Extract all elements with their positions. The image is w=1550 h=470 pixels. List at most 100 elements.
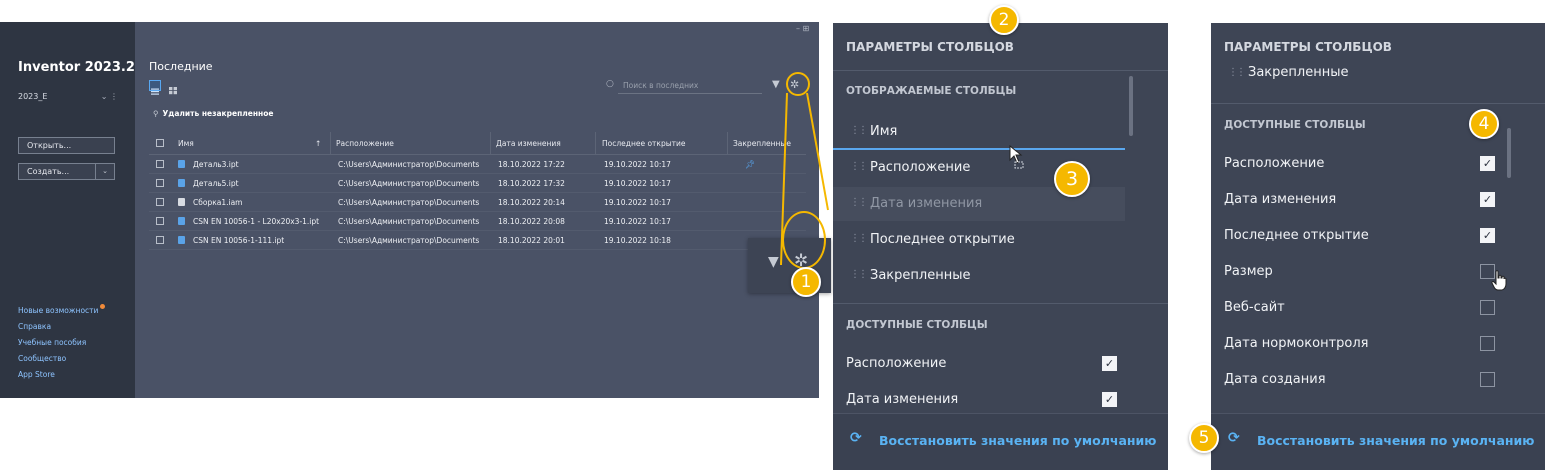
drag-grip-icon[interactable]: ⋮⋮: [1228, 67, 1246, 78]
checkbox[interactable]: [156, 139, 164, 147]
table-row[interactable]: CSN EN 10056-1 - L20x20x3-1.ipt C:\Users\…: [149, 212, 806, 231]
file-name: Деталь5.ipt: [193, 178, 239, 188]
column-header-modified[interactable]: Дата изменения: [496, 132, 561, 154]
available-column-item[interactable]: Расположение ✓: [1211, 147, 1503, 181]
checkbox[interactable]: [156, 198, 164, 206]
scrollbar[interactable]: [1507, 128, 1511, 178]
column-header-last-opened[interactable]: Последнее открытие: [602, 132, 686, 154]
drag-grip-icon[interactable]: ⋮⋮: [850, 161, 868, 172]
row-checkbox[interactable]: [156, 193, 164, 211]
open-button[interactable]: Открыть...: [18, 137, 115, 154]
available-column-label: Дата изменения: [1224, 192, 1337, 207]
file-name: Сборка1.iam: [193, 197, 243, 207]
available-column-label: Расположение: [846, 356, 947, 371]
displayed-column-item[interactable]: ⋮⋮ Закрепленные: [1211, 59, 1545, 85]
file-name: CSN EN 10056-1-111.ipt: [193, 235, 285, 245]
project-selector[interactable]: 2023_E ⌄ ⋮: [18, 92, 118, 106]
chevron-down-icon[interactable]: ⌄ ⋮: [101, 92, 118, 101]
available-column-item[interactable]: Последнее открытие ✓: [1211, 219, 1503, 253]
link-app-store[interactable]: App Store: [18, 370, 55, 379]
file-name-cell[interactable]: Деталь5.ipt: [178, 174, 239, 192]
available-column-item[interactable]: Дата изменения ✓: [1211, 183, 1503, 217]
file-name-cell[interactable]: Сборка1.iam: [178, 193, 242, 211]
file-name: CSN EN 10056-1 - L20x20x3-1.ipt: [193, 216, 320, 226]
row-checkbox[interactable]: [156, 174, 164, 192]
table-row[interactable]: Деталь3.ipt C:\Users\Администратор\Docume…: [149, 155, 806, 174]
link-whats-new[interactable]: Новые возможности: [18, 306, 98, 315]
displayed-column-item[interactable]: ⋮⋮ Имя: [833, 115, 1125, 149]
file-location: C:\Users\Администратор\Documents: [338, 197, 480, 207]
file-location: C:\Users\Администратор\Documents: [338, 178, 480, 188]
remove-unpinned-button[interactable]: ⚲ Удалить незакрепленное: [153, 109, 273, 118]
file-last-opened: 19.10.2022 10:17: [604, 216, 671, 226]
pin-icon[interactable]: 📌︎: [745, 155, 755, 173]
checkbox[interactable]: [156, 236, 164, 244]
grid-view-button[interactable]: [168, 80, 180, 95]
select-all-checkbox[interactable]: [156, 132, 164, 154]
available-column-item[interactable]: Расположение ✓: [833, 347, 1168, 381]
sort-ascending-icon[interactable]: ↑: [315, 132, 321, 154]
displayed-column-label: Последнее открытие: [870, 232, 1015, 247]
available-column-item[interactable]: Веб-сайт: [1211, 291, 1503, 325]
checkbox[interactable]: [156, 160, 164, 168]
search-input[interactable]: [618, 78, 762, 94]
project-name: 2023_E: [18, 92, 48, 101]
create-button[interactable]: Создать... ⌄: [18, 163, 115, 180]
checkbox[interactable]: [156, 217, 164, 225]
refresh-icon[interactable]: ⟳: [850, 430, 862, 446]
file-last-opened: 19.10.2022 10:17: [604, 178, 671, 188]
panel-title: ПАРАМЕТРЫ СТОЛБЦОВ: [1224, 40, 1392, 54]
drag-grip-icon[interactable]: ⋮⋮: [850, 269, 868, 280]
checkbox[interactable]: [1480, 336, 1495, 351]
refresh-icon[interactable]: ⟳: [1228, 430, 1240, 446]
drag-grip-icon[interactable]: ⋮⋮: [850, 197, 868, 208]
available-column-item[interactable]: Размер: [1211, 255, 1503, 289]
scrollbar[interactable]: [1129, 76, 1133, 136]
available-column-item[interactable]: Дата изменения ✓: [833, 383, 1168, 417]
window-controls[interactable]: – ⊞: [796, 24, 809, 33]
table-header: Имя ↑ Расположение Дата изменения Послед…: [149, 132, 806, 155]
available-column-item[interactable]: Дата создания: [1211, 363, 1503, 397]
displayed-column-item[interactable]: ⋮⋮ Последнее открытие: [833, 223, 1125, 257]
checkmark-icon[interactable]: ✓: [1480, 228, 1495, 243]
reset-defaults-link[interactable]: Восстановить значения по умолчанию: [1257, 433, 1534, 448]
list-view-button[interactable]: [149, 80, 161, 95]
checkbox[interactable]: [156, 179, 164, 187]
file-location: C:\Users\Администратор\Documents: [338, 235, 480, 245]
link-help[interactable]: Справка: [18, 322, 51, 331]
table-row[interactable]: CSN EN 10056-1-111.ipt C:\Users\Администр…: [149, 231, 806, 250]
table-row[interactable]: Деталь5.ipt C:\Users\Администратор\Docume…: [149, 174, 806, 193]
drag-grip-icon[interactable]: ⋮⋮: [850, 125, 868, 136]
displayed-column-label: Расположение: [870, 160, 971, 175]
table-row[interactable]: Сборка1.iam C:\Users\Администратор\Docume…: [149, 193, 806, 212]
panel-footer: ⟳ Восстановить значения по умолчанию: [833, 413, 1168, 470]
reset-defaults-link[interactable]: Восстановить значения по умолчанию: [879, 433, 1156, 448]
checkmark-icon[interactable]: ✓: [1480, 156, 1495, 171]
checkmark-icon[interactable]: ✓: [1102, 392, 1117, 407]
file-modified: 18.10.2022 20:14: [498, 197, 565, 207]
file-last-opened: 19.10.2022 10:17: [604, 197, 671, 207]
file-last-opened: 19.10.2022 10:17: [604, 159, 671, 169]
checkbox[interactable]: [1480, 300, 1495, 315]
column-header-name[interactable]: Имя: [178, 132, 194, 154]
chevron-down-icon[interactable]: ⌄: [95, 164, 114, 179]
pin-icon: ⚲: [153, 109, 159, 118]
link-community[interactable]: Сообщество: [18, 354, 66, 363]
file-name-cell[interactable]: CSN EN 10056-1-111.ipt: [178, 231, 284, 249]
file-modified: 18.10.2022 20:08: [498, 216, 565, 226]
link-tutorials[interactable]: Учебные пособия: [18, 338, 86, 347]
callout-badge-5: 5: [1189, 423, 1219, 453]
column-header-location[interactable]: Расположение: [336, 132, 394, 154]
file-name-cell[interactable]: CSN EN 10056-1 - L20x20x3-1.ipt: [178, 212, 319, 230]
available-column-label: Расположение: [1224, 156, 1325, 171]
file-name-cell[interactable]: Деталь3.ipt: [178, 155, 239, 173]
drag-grip-icon[interactable]: ⋮⋮: [850, 233, 868, 244]
row-checkbox[interactable]: [156, 212, 164, 230]
checkmark-icon[interactable]: ✓: [1102, 356, 1117, 371]
displayed-column-item[interactable]: ⋮⋮ Закрепленные: [833, 259, 1125, 293]
checkbox[interactable]: [1480, 372, 1495, 387]
available-column-item[interactable]: Дата нормоконтроля: [1211, 327, 1503, 361]
checkmark-icon[interactable]: ✓: [1480, 192, 1495, 207]
row-checkbox[interactable]: [156, 231, 164, 249]
row-checkbox[interactable]: [156, 155, 164, 173]
